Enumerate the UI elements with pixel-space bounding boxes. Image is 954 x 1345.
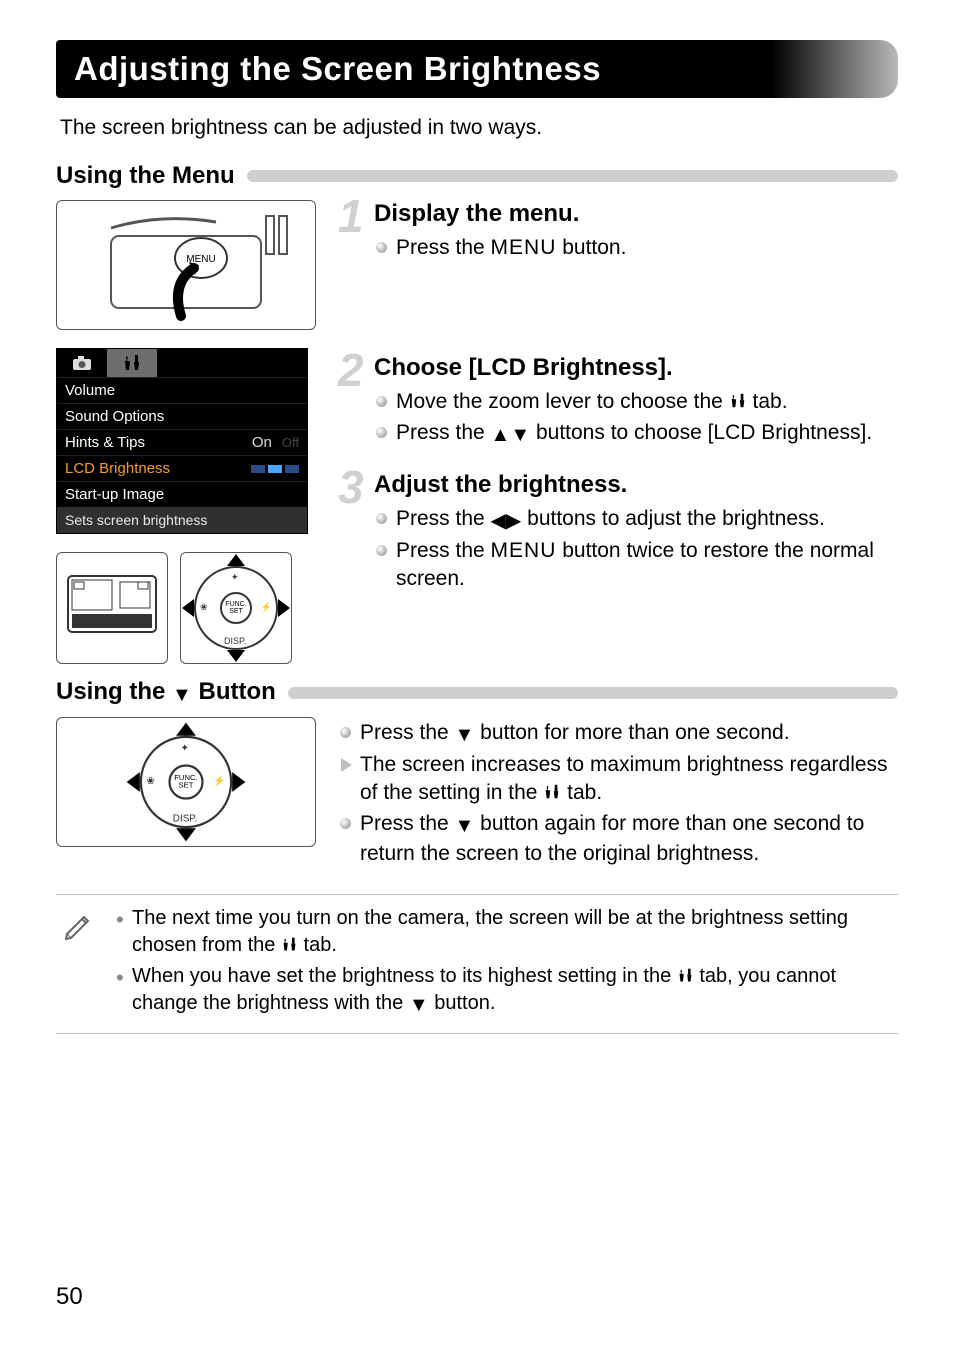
section-heading-rule <box>288 687 898 699</box>
section-heading-label: Using the Menu <box>56 162 235 190</box>
left-right-icon: ◀▶ <box>491 510 522 532</box>
tools-tab-icon <box>281 936 298 953</box>
screen-row-sound: Sound Options <box>57 403 307 429</box>
section-heading-label: Using the ▼ Button <box>56 678 276 707</box>
illustration-camera-back <box>56 552 168 664</box>
down-arrow-icon: ▼ <box>409 994 429 1016</box>
hints-value: On <box>252 434 272 451</box>
menu-word: MENU <box>491 539 557 562</box>
step-title: Choose [LCD Brightness]. <box>374 354 898 382</box>
section-heading-rule <box>247 170 898 182</box>
screen-row-volume: Volume <box>57 377 307 403</box>
section2-bullet1: Press the ▼ button for more than one sec… <box>338 719 898 749</box>
step-number: 2 <box>338 350 374 391</box>
step1-bullet1: Press the MENU button. <box>374 234 898 262</box>
up-down-icon: ▲▼ <box>491 424 531 446</box>
step-2: 2 Choose [LCD Brightness]. Move the zoom… <box>338 354 898 450</box>
illustration-dpad: FUNC.SET ✦❀⚡ DISP. <box>180 552 292 664</box>
screen-row-lcd-brightness: LCD Brightness <box>57 455 307 481</box>
note-1: The next time you turn on the camera, th… <box>116 905 892 959</box>
step2-bullet1: Move the zoom lever to choose the tab. <box>374 388 898 416</box>
screen-row-hints: Hints & Tips On Off <box>57 429 307 455</box>
section2-bullet3: Press the ▼ button again for more than o… <box>338 810 898 868</box>
step-number: 1 <box>338 196 374 237</box>
tools-tab-icon <box>543 783 561 801</box>
down-arrow-icon: ▼ <box>455 724 475 746</box>
step-1: 1 Display the menu. Press the MENU butto… <box>338 200 898 264</box>
screen-tab-camera <box>57 349 107 377</box>
illustration-dpad-large: FUNC.SET ✦❀⚡ DISP. <box>56 717 316 847</box>
brightness-slider <box>251 465 299 473</box>
down-arrow-icon: ▼ <box>172 684 192 706</box>
intro-text: The screen brightness can be adjusted in… <box>60 116 894 140</box>
illustration-menu-button: MENU <box>56 200 316 330</box>
step3-bullet1: Press the ◀▶ buttons to adjust the brigh… <box>374 505 898 535</box>
step3-bullet2: Press the MENU button twice to restore t… <box>374 537 898 594</box>
step-number: 3 <box>338 467 374 508</box>
section2-bullet2: The screen increases to maximum brightne… <box>338 751 898 808</box>
tools-tab-icon <box>677 967 694 984</box>
screen-row-startup: Start-up Image <box>57 481 307 507</box>
screen-footer: Sets screen brightness <box>57 507 307 533</box>
screen-tab-tools <box>107 349 157 377</box>
page-number: 50 <box>56 1283 83 1311</box>
tools-tab-icon <box>729 392 747 410</box>
page-title: Adjusting the Screen Brightness <box>56 40 898 98</box>
section-heading-down-button: Using the ▼ Button <box>56 678 898 707</box>
step-3: 3 Adjust the brightness. Press the ◀▶ bu… <box>338 471 898 596</box>
pencil-note-icon <box>62 905 98 1023</box>
section-heading-menu: Using the Menu <box>56 162 898 190</box>
step-title: Adjust the brightness. <box>374 471 898 499</box>
step-title: Display the menu. <box>374 200 898 228</box>
step2-bullet2: Press the ▲▼ buttons to choose [LCD Brig… <box>374 419 898 449</box>
note-box: The next time you turn on the camera, th… <box>56 894 898 1034</box>
note-2: When you have set the brightness to its … <box>116 963 892 1019</box>
menu-word: MENU <box>491 236 557 259</box>
illustration-lcd-menu: Volume Sound Options Hints & Tips On Off… <box>56 348 308 534</box>
down-arrow-icon: ▼ <box>455 815 475 837</box>
